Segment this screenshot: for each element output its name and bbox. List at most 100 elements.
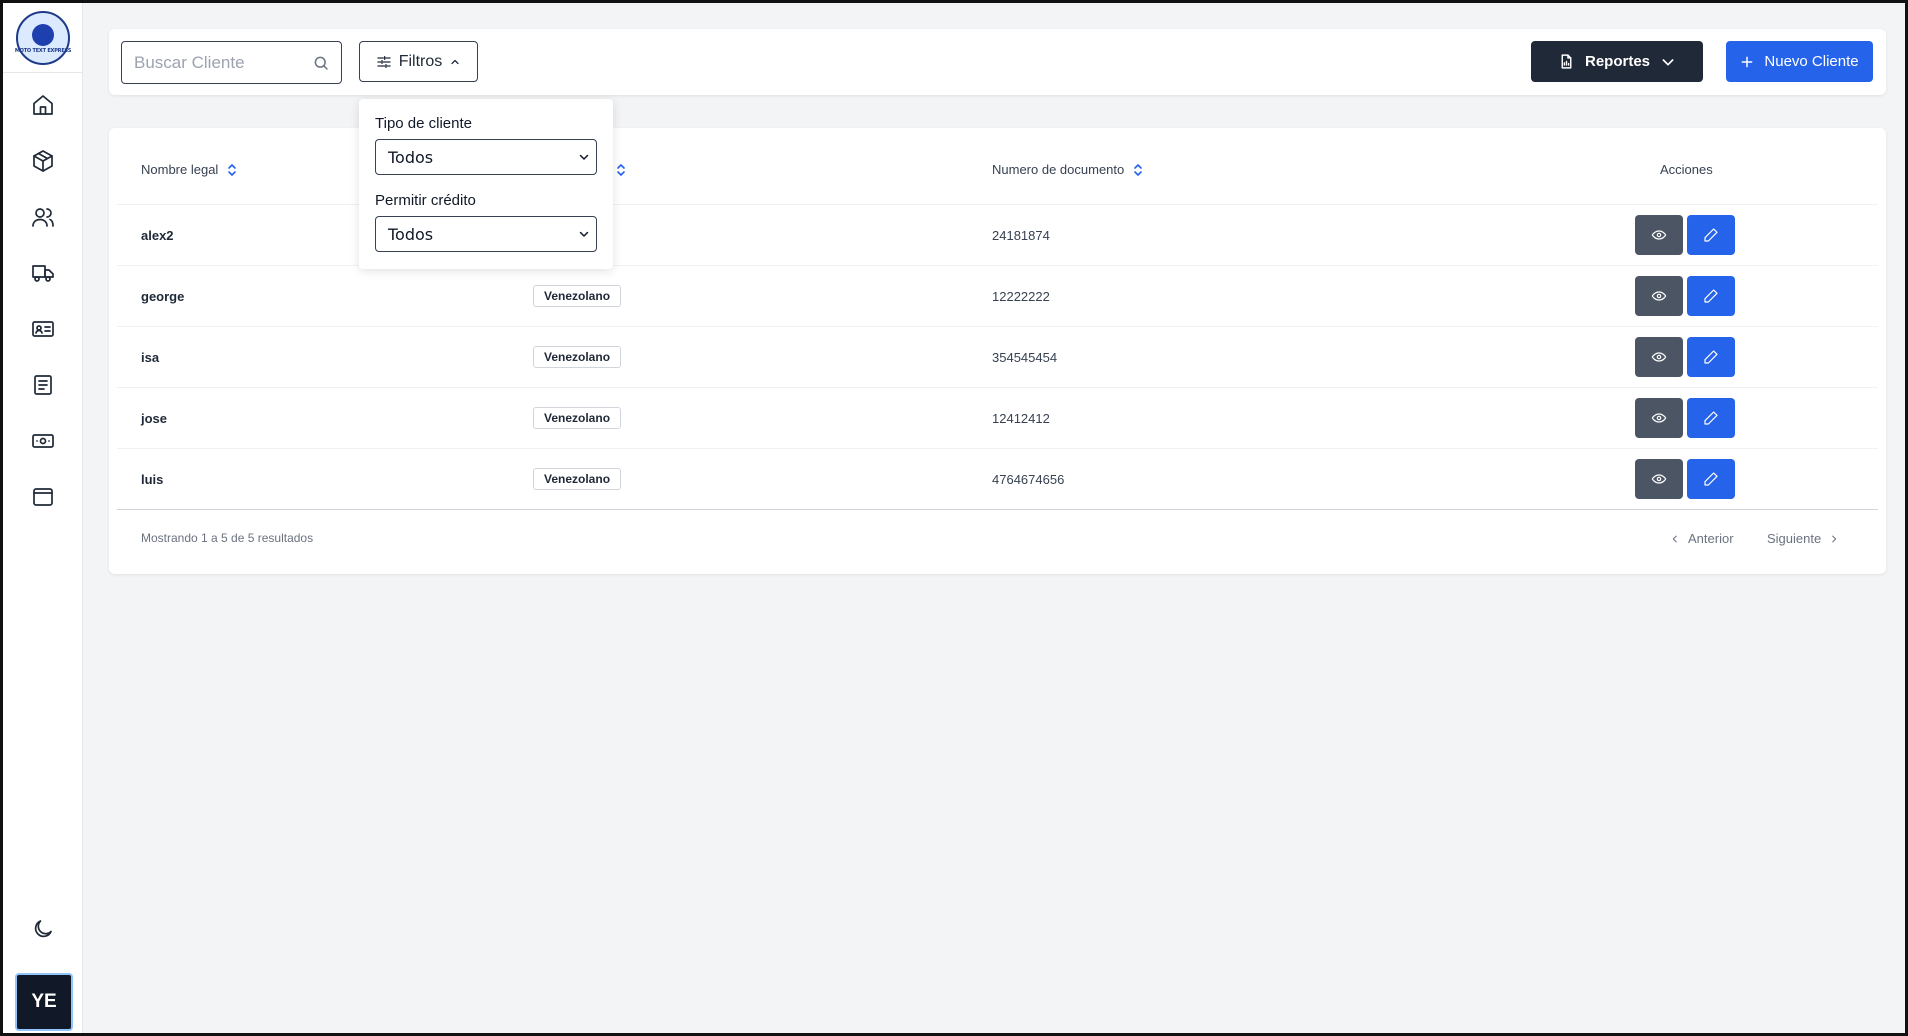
row-5-name: luis bbox=[141, 472, 164, 487]
header-actions-label: Acciones bbox=[1660, 162, 1713, 177]
company-logo[interactable]: MOTO TEXT EXPRESS bbox=[14, 11, 72, 65]
logo-text: MOTO TEXT EXPRESS bbox=[14, 48, 72, 54]
search-icon[interactable] bbox=[312, 54, 330, 72]
user-avatar[interactable]: YE bbox=[15, 973, 73, 1031]
sidebar-item-wallet[interactable] bbox=[23, 477, 63, 517]
sort-icon bbox=[228, 163, 237, 176]
row-3-document: 354545454 bbox=[992, 350, 1058, 365]
pencil-icon bbox=[1704, 411, 1718, 425]
id-card-icon bbox=[32, 321, 54, 337]
view-button[interactable] bbox=[1635, 276, 1683, 316]
sidebar-item-delivery[interactable] bbox=[23, 253, 63, 293]
header-legal-name-label: Nombre legal bbox=[141, 162, 219, 177]
row-divider bbox=[117, 387, 1878, 388]
reports-button[interactable]: Reportes bbox=[1531, 41, 1703, 82]
header-legal-name[interactable]: Nombre legal bbox=[141, 162, 238, 177]
allow-credit-label: Permitir crédito bbox=[375, 192, 476, 209]
row-divider bbox=[117, 448, 1878, 449]
pencil-icon bbox=[1704, 350, 1718, 364]
sort-icon bbox=[1134, 163, 1143, 176]
sliders-icon bbox=[377, 55, 391, 68]
pencil-icon bbox=[1704, 472, 1718, 486]
edit-button[interactable] bbox=[1687, 215, 1735, 255]
results-summary: Mostrando 1 a 5 de 5 resultados bbox=[141, 531, 314, 545]
pencil-icon bbox=[1704, 289, 1718, 303]
moon-icon bbox=[34, 920, 52, 938]
home-icon bbox=[33, 95, 53, 115]
plus-icon bbox=[1741, 56, 1753, 67]
next-page-button[interactable]: Siguiente bbox=[1767, 531, 1839, 546]
edit-button[interactable] bbox=[1687, 337, 1735, 377]
eye-icon bbox=[1651, 474, 1667, 484]
header-actions: Acciones bbox=[1660, 162, 1713, 177]
eye-icon bbox=[1651, 413, 1667, 423]
sidebar: MOTO TEXT EXPRESS YE bbox=[3, 3, 83, 1033]
search-box bbox=[121, 41, 342, 84]
sidebar-item-cards[interactable] bbox=[23, 309, 63, 349]
row-5-document: 4764674656 bbox=[992, 472, 1065, 487]
view-button[interactable] bbox=[1635, 337, 1683, 377]
eye-icon bbox=[1651, 352, 1667, 362]
sidebar-item-clients[interactable] bbox=[23, 197, 63, 237]
row-2-name: george bbox=[141, 289, 185, 304]
view-button[interactable] bbox=[1635, 459, 1683, 499]
users-icon bbox=[32, 208, 54, 227]
chevron-left-icon bbox=[1672, 535, 1677, 542]
row-2-document-type-badge: Venezolano bbox=[533, 285, 622, 307]
row-4-name: jose bbox=[141, 411, 168, 426]
pencil-icon bbox=[1704, 228, 1718, 242]
view-button[interactable] bbox=[1635, 215, 1683, 255]
toolbar: Filtros Reportes Nuevo Cliente bbox=[109, 29, 1886, 95]
row-2-document: 12222222 bbox=[992, 289, 1050, 304]
header-document-number[interactable]: Numero de documento bbox=[992, 162, 1144, 177]
row-4-document-type-badge: Venezolano bbox=[533, 407, 622, 429]
edit-button[interactable] bbox=[1687, 459, 1735, 499]
row-3-document-type-badge: Venezolano bbox=[533, 346, 622, 368]
client-type-label: Tipo de cliente bbox=[375, 115, 473, 132]
eye-icon bbox=[1651, 291, 1667, 301]
table-footer-divider bbox=[117, 509, 1878, 510]
eye-icon bbox=[1651, 230, 1667, 240]
row-divider bbox=[117, 326, 1878, 327]
box-icon bbox=[33, 150, 53, 172]
chevron-up-icon bbox=[451, 59, 459, 64]
next-page-label: Siguiente bbox=[1767, 531, 1822, 546]
search-input[interactable] bbox=[134, 50, 304, 76]
client-type-select[interactable]: Todos bbox=[375, 139, 597, 175]
sort-icon bbox=[617, 163, 625, 176]
filters-label: Filtros bbox=[398, 52, 443, 70]
allow-credit-select[interactable]: Todos bbox=[375, 216, 597, 252]
row-1-name: alex2 bbox=[141, 228, 174, 243]
chevron-down-icon bbox=[579, 154, 589, 160]
new-client-button[interactable]: Nuevo Cliente bbox=[1726, 41, 1873, 82]
client-type-value: Todos bbox=[388, 147, 434, 167]
document-icon bbox=[34, 375, 52, 395]
row-4-document: 12412412 bbox=[992, 411, 1050, 426]
sidebar-item-documents[interactable] bbox=[23, 365, 63, 405]
chevron-right-icon bbox=[1832, 535, 1837, 542]
theme-toggle[interactable] bbox=[23, 909, 63, 949]
filters-button[interactable]: Filtros bbox=[359, 41, 478, 82]
row-1-document: 24181874 bbox=[992, 228, 1050, 243]
filters-dropdown: Tipo de cliente Todos Permitir crédito T… bbox=[359, 99, 613, 269]
chevron-down-icon bbox=[1662, 58, 1674, 65]
sidebar-item-payments[interactable] bbox=[23, 421, 63, 461]
reports-label: Reportes bbox=[1584, 53, 1651, 70]
sidebar-divider bbox=[3, 72, 82, 73]
wallet-icon bbox=[33, 488, 53, 506]
edit-button[interactable] bbox=[1687, 398, 1735, 438]
new-client-label: Nuevo Cliente bbox=[1764, 53, 1859, 70]
header-document-number-label: Numero de documento bbox=[992, 162, 1125, 177]
allow-credit-value: Todos bbox=[388, 224, 434, 244]
previous-page-label: Anterior bbox=[1688, 531, 1734, 546]
money-icon bbox=[32, 434, 54, 448]
sidebar-item-products[interactable] bbox=[23, 141, 63, 181]
view-button[interactable] bbox=[1635, 398, 1683, 438]
edit-button[interactable] bbox=[1687, 276, 1735, 316]
chevron-down-icon bbox=[579, 231, 589, 237]
previous-page-button[interactable]: Anterior bbox=[1670, 531, 1734, 546]
report-file-icon bbox=[1561, 54, 1572, 69]
sidebar-item-home[interactable] bbox=[23, 85, 63, 125]
row-5-document-type-badge: Venezolano bbox=[533, 468, 622, 490]
row-3-name: isa bbox=[141, 350, 160, 365]
